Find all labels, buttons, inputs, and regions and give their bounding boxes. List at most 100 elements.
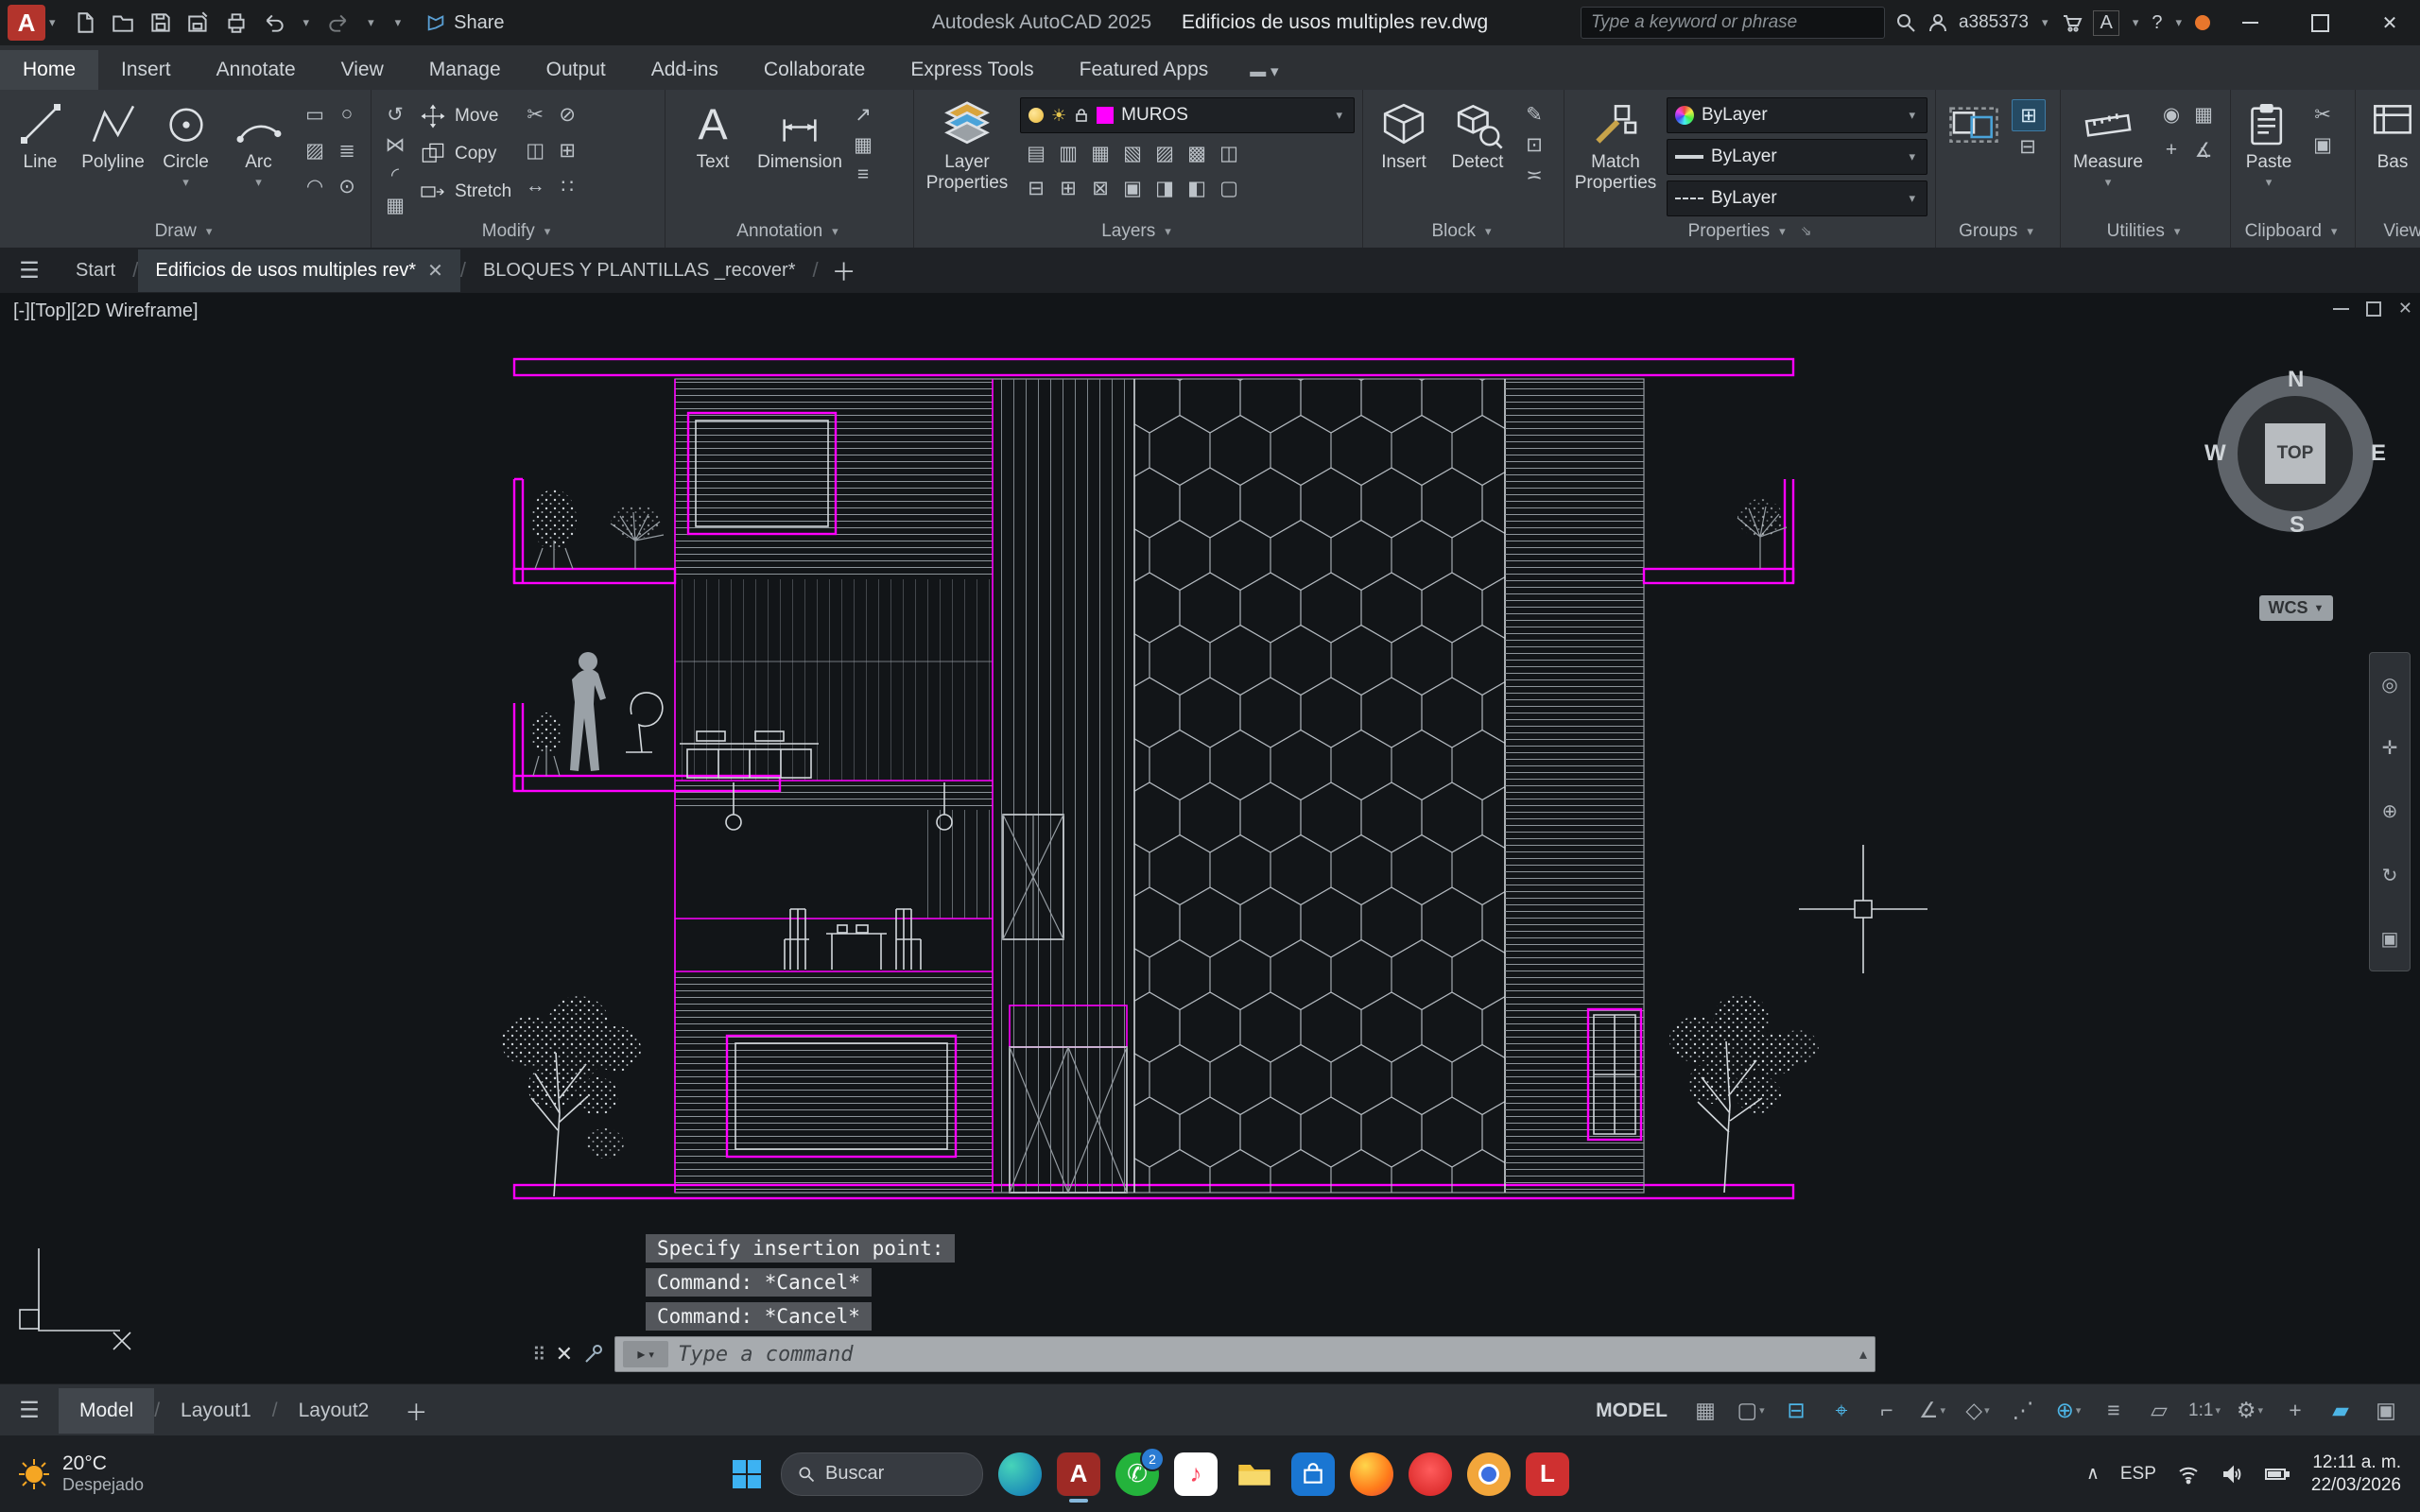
layout-menu-icon[interactable]: ☰ (13, 1396, 45, 1426)
microsoft-store-app-icon[interactable] (1291, 1452, 1335, 1496)
linetype-caret-icon[interactable]: ▾ (1909, 191, 1915, 206)
command-expand-icon[interactable]: ▴ (1859, 1345, 1867, 1364)
grid-display-icon[interactable]: ▦ (1685, 1392, 1726, 1430)
trim-tool-icon[interactable]: ✂ (519, 99, 551, 129)
detect-button[interactable]: Detect (1444, 95, 1511, 173)
username[interactable]: a385373 (1959, 12, 2029, 33)
new-layout-icon[interactable]: ＋ (405, 1394, 427, 1427)
layer-on-bulb-icon[interactable] (1028, 108, 1044, 123)
copy-button[interactable]: Copy (419, 137, 511, 171)
save-icon[interactable] (148, 10, 173, 35)
close-button[interactable]: ✕ (2360, 0, 2420, 45)
wifi-icon[interactable] (2177, 1463, 2200, 1486)
layer-copy-icon[interactable]: ◧ (1181, 173, 1213, 203)
autocad-logo[interactable]: A (8, 5, 45, 41)
layers-panel-label[interactable]: Layers▾ (914, 215, 1362, 247)
layer-prev-icon[interactable]: ▣ (1116, 173, 1149, 203)
layer-off-icon[interactable]: ▤ (1020, 138, 1052, 168)
move-button[interactable]: Move (419, 99, 511, 133)
dynamic-input-icon[interactable]: ⌖ (1821, 1392, 1862, 1430)
tab-manage[interactable]: Manage (406, 50, 524, 90)
layer-lock-tool-icon[interactable]: ▧ (1116, 138, 1149, 168)
tab-express-tools[interactable]: Express Tools (888, 50, 1056, 90)
model-space-badge[interactable]: MODEL (1596, 1400, 1668, 1422)
modify-panel-label[interactable]: Modify▾ (372, 215, 665, 247)
quick-select-icon[interactable]: + (2155, 135, 2187, 165)
l-app-icon[interactable]: L (1526, 1452, 1569, 1496)
zoom-icon[interactable]: ⊕ (2382, 799, 2398, 823)
layer-walk-icon[interactable]: ▩ (1181, 138, 1213, 168)
layer-freeze-icon[interactable]: ▦ (1084, 138, 1116, 168)
insert-button[interactable]: Insert (1371, 95, 1437, 173)
edge-app-icon[interactable] (998, 1452, 1042, 1496)
polar-tracking-icon[interactable]: ∠▾ (1911, 1392, 1953, 1430)
autocad-app-icon[interactable]: A (1057, 1452, 1100, 1496)
taskbar-search[interactable]: Buscar (781, 1452, 983, 1496)
command-bar-grip-icon[interactable]: ⠿ (532, 1343, 546, 1366)
restore-button[interactable] (2290, 0, 2350, 45)
view-panel-label[interactable]: View▾ (2356, 215, 2420, 247)
app-menu-caret-icon[interactable]: ▾ (49, 15, 56, 30)
help-caret-icon[interactable]: ▾ (2175, 15, 2182, 30)
search-icon[interactable] (1894, 11, 1917, 34)
id-point-icon[interactable]: ◉ (2155, 99, 2187, 129)
tab-start[interactable]: Start (59, 250, 132, 291)
hatch-tool-icon[interactable]: ▨ (299, 135, 331, 165)
layer-current-icon[interactable]: ◨ (1149, 173, 1181, 203)
model-viewport[interactable]: .m1{stroke:#ff00ff;fill:none;stroke-widt… (0, 293, 2420, 1383)
help-search-input[interactable]: Type a keyword or phrase (1581, 7, 1885, 39)
open-file-icon[interactable] (111, 10, 135, 35)
line-button[interactable]: Line (8, 95, 73, 173)
qat-customize-caret-icon[interactable]: ▾ (395, 15, 402, 30)
fillet-tool-icon[interactable]: ◜ (379, 160, 411, 190)
layer-select-combo[interactable]: ☀ MUROS ▾ (1020, 97, 1355, 133)
layer-color-swatch[interactable] (1097, 107, 1114, 124)
viewport-minimize-icon[interactable] (2333, 308, 2349, 310)
layer-freeze-sun-icon[interactable]: ☀ (1051, 106, 1066, 126)
hidden-icons-chevron[interactable]: ∧ (2086, 1463, 2100, 1485)
object-color-combo[interactable]: ByLayer ▾ (1667, 97, 1927, 133)
rotate-tool-icon[interactable]: ↺ (379, 99, 411, 129)
orbit-icon[interactable]: ↻ (2382, 864, 2398, 887)
boundary-tool-icon[interactable]: ≣ (331, 135, 363, 165)
erase-tool-icon[interactable]: ⊘ (551, 99, 583, 129)
tab-featured-apps[interactable]: Featured Apps (1057, 50, 1232, 90)
match-properties-button[interactable]: Match Properties (1572, 95, 1659, 194)
point-tool-icon[interactable]: ⊙ (331, 171, 363, 201)
layer-isolate-icon[interactable]: ▥ (1052, 138, 1084, 168)
stretch-button[interactable]: Stretch (419, 175, 511, 209)
apps-caret-icon[interactable]: ▾ (2133, 15, 2139, 30)
linetype-combo[interactable]: ByLayer ▾ (1667, 180, 1927, 216)
point-style-icon[interactable]: ∡ (2187, 135, 2220, 165)
infer-constraints-icon[interactable]: ⊟ (1775, 1392, 1817, 1430)
tab-collaborate[interactable]: Collaborate (741, 50, 888, 90)
viewport-controls-label[interactable]: [-][Top][2D Wireframe] (13, 301, 199, 322)
cad-drawing[interactable]: .m1{stroke:#ff00ff;fill:none;stroke-widt… (0, 293, 2420, 1383)
tab-other-document[interactable]: BLOQUES Y PLANTILLAS _recover* (466, 250, 813, 291)
close-document-icon[interactable]: ✕ (427, 259, 443, 283)
wcs-selector[interactable]: WCS▼ (2259, 595, 2333, 621)
groups-panel-label[interactable]: Groups▾ (1936, 215, 2060, 247)
properties-panel-label[interactable]: Properties▾⇘ (1564, 215, 1935, 247)
object-snap-tracking-icon[interactable]: ⋰ (2002, 1392, 2044, 1430)
viewcube[interactable]: N W E S TOP (2210, 369, 2380, 539)
ungroup-icon[interactable]: ⊟ (2012, 131, 2044, 162)
tab-layout2[interactable]: Layout2 (278, 1388, 390, 1434)
draw-panel-label[interactable]: Draw▾ (0, 215, 371, 247)
chrome-app-icon[interactable] (1467, 1452, 1511, 1496)
copy-clip-icon[interactable]: ▣ (2307, 129, 2339, 160)
undo-icon[interactable] (262, 10, 286, 35)
help-icon[interactable]: ? (2152, 12, 2162, 34)
file-explorer-app-icon[interactable] (1233, 1452, 1276, 1496)
tab-layout1[interactable]: Layout1 (160, 1388, 272, 1434)
command-bar-close-icon[interactable]: ✕ (556, 1342, 573, 1366)
clock-widget[interactable]: 12:11 a. m. 22/03/2026 (2311, 1452, 2401, 1497)
tab-annotate[interactable]: Annotate (194, 50, 319, 90)
lineweight-display-icon[interactable]: ≡ (2093, 1392, 2135, 1430)
layer-match-icon[interactable]: ▨ (1149, 138, 1181, 168)
join-tool-icon[interactable]: ∷ (551, 171, 583, 201)
offset-tool-icon[interactable]: ↔ (519, 171, 551, 201)
text-button[interactable]: A Text (673, 95, 752, 173)
tab-home[interactable]: Home (0, 50, 98, 90)
block-panel-label[interactable]: Block▾ (1363, 215, 1564, 247)
